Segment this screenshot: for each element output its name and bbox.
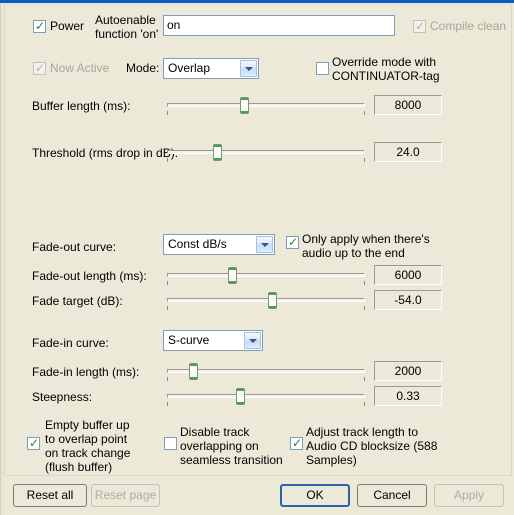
only-apply-label: Only apply when there's audio up to the …	[302, 232, 430, 260]
window-title-chrome	[0, 0, 514, 3]
fade-in-length-slider[interactable]	[167, 361, 365, 383]
reset-page-button: Reset page	[91, 484, 160, 507]
disable-track-overlapping-label: Disable track overlapping on seamless tr…	[180, 425, 283, 467]
checkmark-icon: ✓	[35, 61, 46, 75]
chevron-down-icon[interactable]	[244, 332, 261, 349]
fade-out-curve-label: Fade-out curve:	[32, 240, 117, 254]
mode-label: Mode:	[126, 61, 160, 75]
threshold-value: 24.0	[374, 142, 442, 162]
slider-thumb[interactable]	[188, 363, 198, 380]
fade-in-curve-label: Fade-in curve:	[32, 336, 109, 350]
chevron-down-icon[interactable]	[240, 60, 257, 77]
slider-thumb[interactable]	[267, 292, 277, 309]
checkmark-icon: ✓	[288, 235, 299, 249]
fade-out-length-value: 6000	[374, 265, 442, 285]
fade-in-length-label: Fade-in length (ms):	[32, 365, 140, 379]
steepness-label: Steepness:	[32, 390, 93, 404]
checkmark-icon: ✓	[415, 19, 426, 33]
apply-button: Apply	[434, 484, 504, 507]
empty-buffer-label: Empty buffer up to overlap point on trac…	[45, 418, 131, 474]
fade-in-curve-combobox[interactable]: S-curve	[163, 330, 263, 351]
buffer-length-slider[interactable]	[167, 95, 365, 117]
slider-thumb[interactable]	[236, 388, 246, 405]
override-mode-checkbox[interactable]: ✓	[316, 62, 329, 75]
checkmark-icon: ✓	[29, 436, 40, 450]
buffer-length-label: Buffer length (ms):	[32, 99, 131, 113]
fade-out-curve-value: Const dB/s	[168, 237, 227, 251]
threshold-label: Threshold (rms drop in dB):	[32, 146, 179, 160]
checkmark-icon: ✓	[35, 19, 46, 33]
compile-clean-checkbox: ✓	[413, 20, 426, 33]
power-checkbox[interactable]: ✓	[33, 20, 46, 33]
compile-clean-label: Compile clean	[430, 19, 507, 33]
empty-buffer-checkbox[interactable]: ✓	[27, 437, 40, 450]
adjust-track-length-label: Adjust track length to Audio CD blocksiz…	[306, 425, 438, 467]
steepness-value: 0.33	[374, 386, 442, 406]
buffer-length-value: 8000	[374, 95, 442, 115]
mode-combobox[interactable]: Overlap	[163, 58, 259, 79]
adjust-track-length-checkbox[interactable]: ✓	[290, 437, 303, 450]
checkmark-icon: ✓	[292, 436, 303, 450]
slider-thumb[interactable]	[240, 97, 250, 114]
now-active-checkbox: ✓	[33, 62, 46, 75]
fade-out-curve-combobox[interactable]: Const dB/s	[163, 234, 275, 255]
autoenable-function-label: Autoenable function 'on'	[95, 13, 159, 41]
ok-button[interactable]: OK	[280, 484, 350, 507]
override-mode-label: Override mode with CONTINUATOR-tag	[332, 55, 440, 83]
chevron-down-icon[interactable]	[256, 236, 273, 253]
slider-thumb[interactable]	[228, 267, 238, 284]
fade-in-length-value: 2000	[374, 361, 442, 381]
only-apply-checkbox[interactable]: ✓	[286, 236, 299, 249]
autoenable-settings-dialog: ✓ Power Autoenable function 'on' on ✓ Co…	[0, 0, 514, 515]
fade-target-slider[interactable]	[167, 290, 365, 312]
mode-combobox-value: Overlap	[168, 61, 211, 75]
threshold-slider[interactable]	[167, 142, 365, 164]
reset-all-button[interactable]: Reset all	[13, 484, 87, 507]
power-label: Power	[50, 19, 85, 33]
disable-track-overlapping-checkbox[interactable]: ✓	[164, 437, 177, 450]
fade-out-length-label: Fade-out length (ms):	[32, 269, 147, 283]
autoenable-function-input[interactable]: on	[163, 15, 395, 36]
now-active-label: Now Active	[50, 61, 110, 75]
fade-out-length-slider[interactable]	[167, 265, 365, 287]
fade-target-value: -54.0	[374, 290, 442, 310]
fade-in-curve-value: S-curve	[168, 333, 210, 347]
steepness-slider[interactable]	[167, 386, 365, 408]
slider-thumb[interactable]	[212, 144, 222, 161]
cancel-button[interactable]: Cancel	[357, 484, 427, 507]
fade-target-label: Fade target (dB):	[32, 294, 123, 308]
